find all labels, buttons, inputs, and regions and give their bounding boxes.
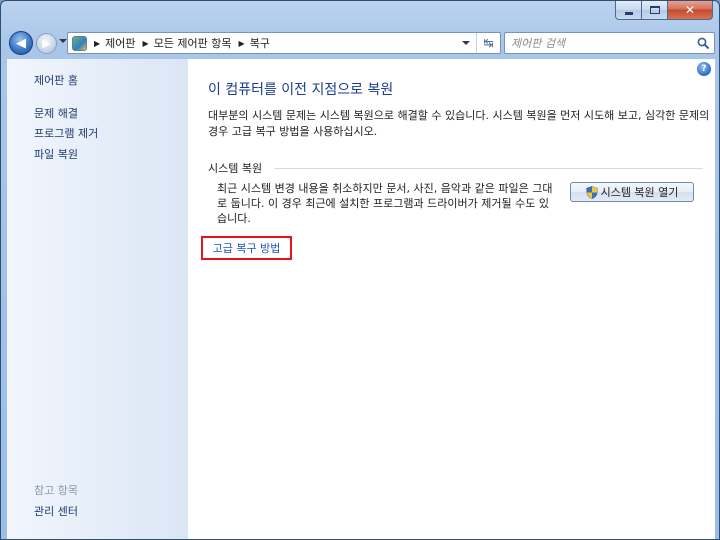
help-icon[interactable]: ? [697,62,711,76]
address-dropdown-icon[interactable] [462,41,470,45]
system-restore-heading: 시스템 복원 [208,162,263,175]
search-icon[interactable] [697,37,710,50]
sidebar-item-troubleshooting[interactable]: 문제 해결 [34,105,78,121]
breadcrumb-control-panel[interactable]: 제어판 [105,35,135,51]
forward-arrow-icon: ▶ [42,37,51,50]
close-icon: ✕ [684,3,696,17]
search-input[interactable] [505,33,685,53]
see-also-heading: 참고 항목 [34,484,78,497]
breadcrumb-recovery[interactable]: 복구 [250,35,270,51]
sidebar-item-control-panel-home[interactable]: 제어판 홈 [34,72,78,88]
breadcrumb-separator-icon[interactable]: ▶ [143,39,149,48]
main-content: ? 이 컴퓨터를 이전 지점으로 복원 대부분의 시스템 문제는 시스템 복원으… [188,59,715,539]
advanced-recovery-label: 고급 복구 방법 [212,242,281,255]
forward-button[interactable]: ▶ [36,33,57,54]
uac-shield-icon [585,185,598,199]
client-area: 제어판 홈 문제 해결 프로그램 제거 파일 복원 참고 항목 관리 센터 ? … [7,59,715,539]
refresh-button[interactable]: ↹ [476,33,500,53]
minimize-button[interactable] [615,1,642,20]
breadcrumb-separator-icon[interactable]: ▶ [239,39,245,48]
breadcrumb-separator-icon[interactable]: ▶ [94,39,100,48]
navigation-bar: ◀ ▶ ▶ 제어판 ▶ 모든 제어판 항목 ▶ 복구 ↹ [7,29,715,57]
breadcrumb-all-items[interactable]: 모든 제어판 항목 [154,35,232,51]
sidebar-item-uninstall-program[interactable]: 프로그램 제거 [34,125,98,141]
caption-buttons: ✕ [615,1,713,21]
sidebar-item-restore-files[interactable]: 파일 복원 [34,146,78,162]
maximize-button[interactable] [642,1,668,20]
task-pane: 제어판 홈 문제 해결 프로그램 제거 파일 복원 참고 항목 관리 센터 [7,59,188,539]
open-system-restore-button[interactable]: 시스템 복원 열기 [570,182,694,202]
address-bar[interactable]: ▶ 제어판 ▶ 모든 제어판 항목 ▶ 복구 ↹ [67,32,501,54]
system-restore-description: 최근 시스템 변경 내용을 취소하지만 문서, 사진, 음악과 같은 파일은 그… [217,182,553,225]
maximize-icon [649,6,660,14]
search-box[interactable] [504,32,715,54]
minimize-icon [624,11,633,15]
sidebar-item-action-center[interactable]: 관리 센터 [34,503,78,519]
page-title: 이 컴퓨터를 이전 지점으로 복원 [208,82,394,98]
refresh-icon: ↹ [483,36,494,50]
control-panel-window: ✕ ◀ ▶ ▶ 제어판 ▶ 모든 제어판 항목 ▶ 복구 ↹ 제어판 검색 제어… [0,0,720,540]
section-divider [274,168,703,169]
back-arrow-icon: ◀ [16,35,26,51]
intro-text: 대부분의 시스템 문제는 시스템 복원으로 해결할 수 있습니다. 시스템 복원… [208,109,710,138]
back-button[interactable]: ◀ [9,31,33,55]
control-panel-icon [72,35,87,51]
close-button[interactable]: ✕ [668,1,713,20]
advanced-recovery-link[interactable]: 고급 복구 방법 [201,236,292,260]
recent-pages-dropdown[interactable] [59,39,67,43]
open-system-restore-label: 시스템 복원 열기 [600,186,679,199]
